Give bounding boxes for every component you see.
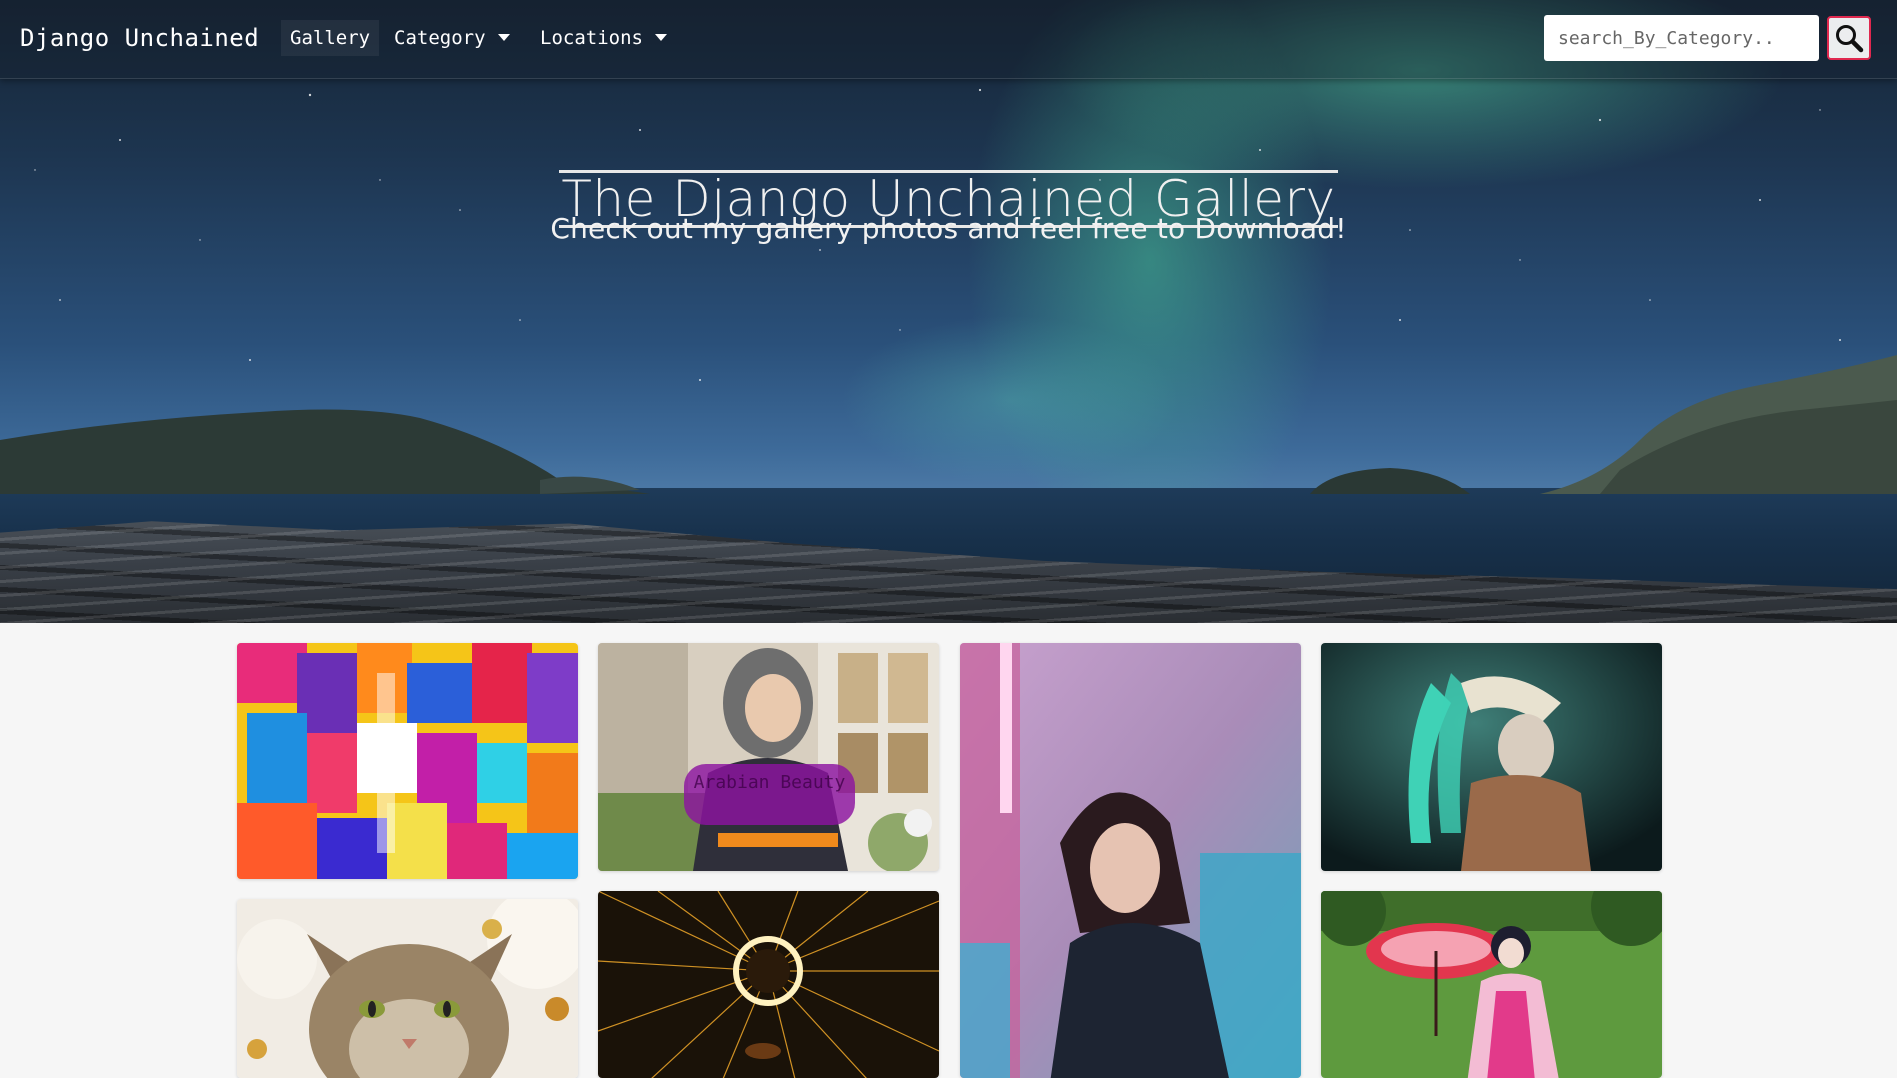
headdress-man-photo — [1321, 643, 1662, 871]
gallery-image-neon-girl[interactable] — [960, 643, 1301, 1078]
nav-dropdown-category[interactable]: Category — [394, 27, 510, 49]
search-button[interactable] — [1827, 16, 1871, 60]
gallery-image-headdress-man[interactable] — [1321, 643, 1662, 871]
hero-banner — [0, 0, 1897, 623]
search-input[interactable] — [1544, 15, 1819, 61]
nav-dropdown-locations[interactable]: Locations — [540, 27, 667, 49]
nav-locations-label: Locations — [540, 27, 643, 49]
gallery-image-umbrella-girl[interactable] — [1321, 891, 1662, 1078]
steel-wool-photo — [598, 891, 939, 1078]
page-subtitle: Check out my gallery photos and feel fre… — [550, 212, 1347, 245]
nav-category-label: Category — [394, 27, 486, 49]
nav-link-gallery[interactable]: Gallery — [281, 20, 380, 56]
brand-logo[interactable]: Django Unchained — [20, 24, 259, 52]
umbrella-girl-photo — [1321, 891, 1662, 1078]
caret-down-icon — [497, 34, 510, 41]
image-caption-badge: Arabian Beauty — [684, 764, 855, 825]
abstract-paint-photo — [237, 643, 578, 879]
caret-down-icon — [654, 34, 667, 41]
gallery-image-steel-wool[interactable] — [598, 891, 939, 1078]
search-icon — [1836, 25, 1864, 53]
hijab-woman-photo — [598, 643, 939, 871]
cat-photo — [237, 899, 578, 1078]
navbar: Django Unchained Gallery Category Locati… — [0, 0, 1897, 79]
neon-girl-photo — [960, 643, 1301, 1078]
gallery-image-cat[interactable] — [237, 899, 578, 1078]
gallery-image-hijab-woman[interactable] — [598, 643, 939, 871]
gallery-image-abstract-paint[interactable] — [237, 643, 578, 879]
